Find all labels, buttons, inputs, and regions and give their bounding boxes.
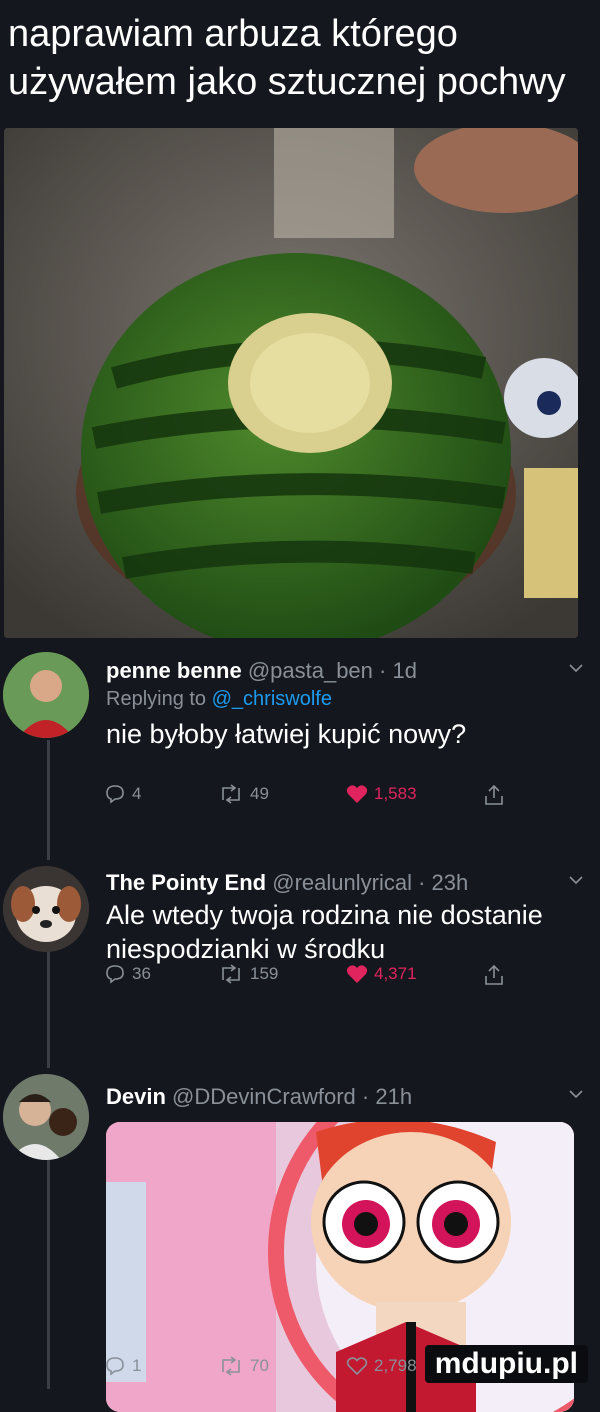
people-avatar-icon (3, 1074, 89, 1160)
like-button[interactable]: 2,798 (346, 1356, 417, 1376)
author-name[interactable]: The Pointy End (106, 870, 266, 895)
avatar[interactable] (3, 866, 89, 952)
separator: · (361, 1084, 370, 1109)
chevron-down-icon[interactable] (568, 872, 584, 888)
reply-icon (106, 965, 124, 984)
chevron-down-icon[interactable] (568, 1086, 584, 1102)
timestamp: 1d (392, 658, 417, 683)
retweet-icon (222, 784, 240, 804)
tweet[interactable]: penne benne @pasta_ben · 1d Replying to … (106, 658, 584, 751)
tweet-header: The Pointy End @realunlyrical · 23h (106, 870, 584, 896)
author-handle[interactable]: @pasta_ben (248, 658, 373, 683)
like-button[interactable]: 1,583 (346, 784, 417, 804)
thread-line (47, 1160, 50, 1389)
reply-button[interactable]: 1 (104, 1356, 141, 1376)
author-handle[interactable]: @DDevinCrawford (172, 1084, 356, 1109)
tweet-actions: 4 49 1,583 (0, 784, 600, 814)
timestamp: 23h (431, 870, 469, 895)
heart-outline-icon (346, 1357, 368, 1376)
dog-avatar-icon (3, 866, 89, 952)
reply-button[interactable]: 36 (104, 964, 151, 984)
tweet-actions: 36 159 4,371 (0, 964, 600, 994)
tweet-header: penne benne @pasta_ben · 1d (106, 658, 584, 684)
reply-icon (106, 1357, 124, 1376)
retweet-count: 49 (250, 784, 269, 803)
reply-count: 4 (132, 784, 142, 803)
separator: · (379, 658, 387, 683)
heart-filled-icon (346, 965, 368, 983)
person-avatar-icon (3, 652, 89, 738)
like-count: 1,583 (374, 784, 417, 803)
tweet-text: Ale wtedy twoja rodzina nie dostanie nie… (106, 900, 543, 964)
share-button[interactable] (484, 964, 504, 986)
like-button[interactable]: 4,371 (346, 964, 417, 984)
share-button[interactable] (484, 784, 504, 806)
avatar[interactable] (3, 652, 89, 738)
share-icon (485, 964, 503, 985)
author-handle[interactable]: @realunlyrical (272, 870, 412, 895)
retweet-icon (222, 1356, 240, 1376)
separator: · (418, 870, 426, 895)
like-count: 2,798 (374, 1356, 417, 1375)
heart-filled-icon (346, 785, 368, 803)
avatar[interactable] (3, 1074, 89, 1160)
share-icon (485, 784, 503, 805)
chevron-down-icon[interactable] (568, 660, 584, 676)
reply-count: 36 (132, 964, 151, 983)
retweet-icon (222, 964, 240, 984)
replying-to-label: Replying to (106, 688, 207, 710)
author-name[interactable]: penne benne (106, 658, 242, 683)
author-name[interactable]: Devin (106, 1084, 166, 1109)
reply-mention-link[interactable]: @_chriswolfe (212, 688, 332, 710)
replying-to: Replying to @_chriswolfe (106, 688, 584, 711)
retweet-button[interactable]: 159 (218, 964, 278, 984)
reply-count: 1 (132, 1356, 142, 1375)
reply-button[interactable]: 4 (104, 784, 141, 804)
tweet[interactable]: Devin @DDevinCrawford · 21h (106, 1084, 584, 1110)
watermelon-photo[interactable] (4, 128, 578, 638)
headline: naprawiam arbuza którego używałem jako s… (8, 13, 566, 103)
retweet-count: 70 (250, 1356, 269, 1375)
tweet[interactable]: The Pointy End @realunlyrical · 23h Ale … (106, 870, 584, 966)
retweet-button[interactable]: 49 (218, 784, 269, 804)
watermelon-image (4, 128, 578, 638)
reply-icon (106, 785, 124, 804)
like-count: 4,371 (374, 964, 417, 983)
retweet-button[interactable]: 70 (218, 1356, 269, 1376)
timestamp: 21h (375, 1084, 413, 1109)
tweet-text: nie byłoby łatwiej kupić nowy? (106, 719, 467, 749)
tweet-header: Devin @DDevinCrawford · 21h (106, 1084, 584, 1110)
retweet-count: 159 (250, 964, 279, 983)
watermark-logo: mdupiu.pl (424, 1345, 588, 1383)
